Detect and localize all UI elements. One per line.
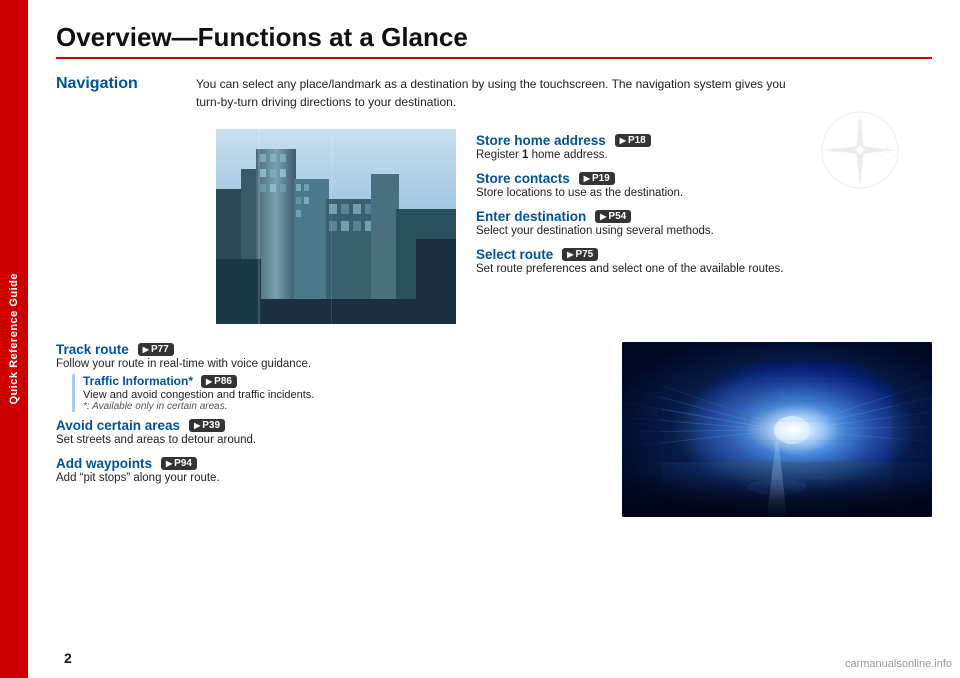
feature-add-waypoints-title: Add waypoints P94 (56, 456, 602, 471)
feature-add-waypoints-desc: Add “pit stops” along your route. (56, 472, 602, 484)
sub-feature-traffic: Traffic Information* P86 View and avoid … (72, 374, 602, 412)
feature-select-route-title: Select route P75 (476, 247, 932, 262)
tunnel-image (622, 342, 932, 517)
sidebar-tab: Quick Reference Guide (0, 0, 28, 678)
page-number: 2 (64, 650, 72, 666)
traffic-info-title: Traffic Information* P86 (83, 374, 602, 388)
feature-add-waypoints-ref: P94 (161, 457, 197, 470)
navigation-heading: Navigation (56, 75, 138, 92)
feature-avoid-areas-title: Avoid certain areas P39 (56, 418, 602, 433)
watermark: carmanualsonline.info (845, 658, 952, 670)
main-content: Overview—Functions at a Glance Navigatio… (28, 0, 960, 678)
svg-text:E: E (885, 146, 890, 155)
feature-store-home-ref: P18 (615, 134, 651, 147)
upper-section: Store home address P18 Register 1 home a… (56, 129, 932, 324)
lower-features-list: Track route P77 Follow your route in rea… (56, 342, 602, 517)
feature-add-waypoints: Add waypoints P94 Add “pit stops” along … (56, 456, 602, 488)
traffic-info-desc: View and avoid congestion and traffic in… (83, 389, 602, 401)
feature-select-route-desc: Set route preferences and select one of … (476, 263, 932, 275)
feature-track-route: Track route P77 Follow your route in rea… (56, 342, 602, 412)
feature-enter-dest-desc: Select your destination using several me… (476, 225, 932, 237)
feature-avoid-areas-ref: P39 (189, 419, 225, 432)
svg-text:S: S (857, 175, 862, 184)
feature-select-route: Select route P75 Set route preferences a… (476, 247, 932, 279)
feature-avoid-areas-desc: Set streets and areas to detour around. (56, 434, 602, 446)
svg-text:N: N (857, 119, 863, 128)
feature-avoid-areas: Avoid certain areas P39 Set streets and … (56, 418, 602, 450)
intro-text: You can select any place/landmark as a d… (196, 75, 932, 111)
feature-track-route-ref: P77 (138, 343, 174, 356)
label-spacer (56, 129, 196, 324)
traffic-info-note: *: Available only in certain areas. (83, 401, 602, 412)
traffic-info-ref: P86 (201, 375, 237, 388)
lower-section: Track route P77 Follow your route in rea… (56, 342, 932, 517)
feature-track-route-title: Track route P77 (56, 342, 602, 357)
sidebar-label: Quick Reference Guide (8, 273, 20, 405)
page-title: Overview—Functions at a Glance (56, 22, 932, 59)
building-image (216, 129, 456, 324)
feature-enter-dest: Enter destination P54 Select your destin… (476, 209, 932, 241)
compass-decoration: N S E W (820, 110, 900, 190)
section-label-col: Navigation (56, 75, 196, 121)
feature-enter-dest-title: Enter destination P54 (476, 209, 932, 224)
feature-store-contacts-ref: P19 (579, 172, 615, 185)
feature-track-route-desc: Follow your route in real-time with voic… (56, 358, 602, 370)
feature-select-route-ref: P75 (562, 248, 598, 261)
svg-text:W: W (828, 146, 836, 155)
feature-enter-dest-ref: P54 (595, 210, 631, 223)
